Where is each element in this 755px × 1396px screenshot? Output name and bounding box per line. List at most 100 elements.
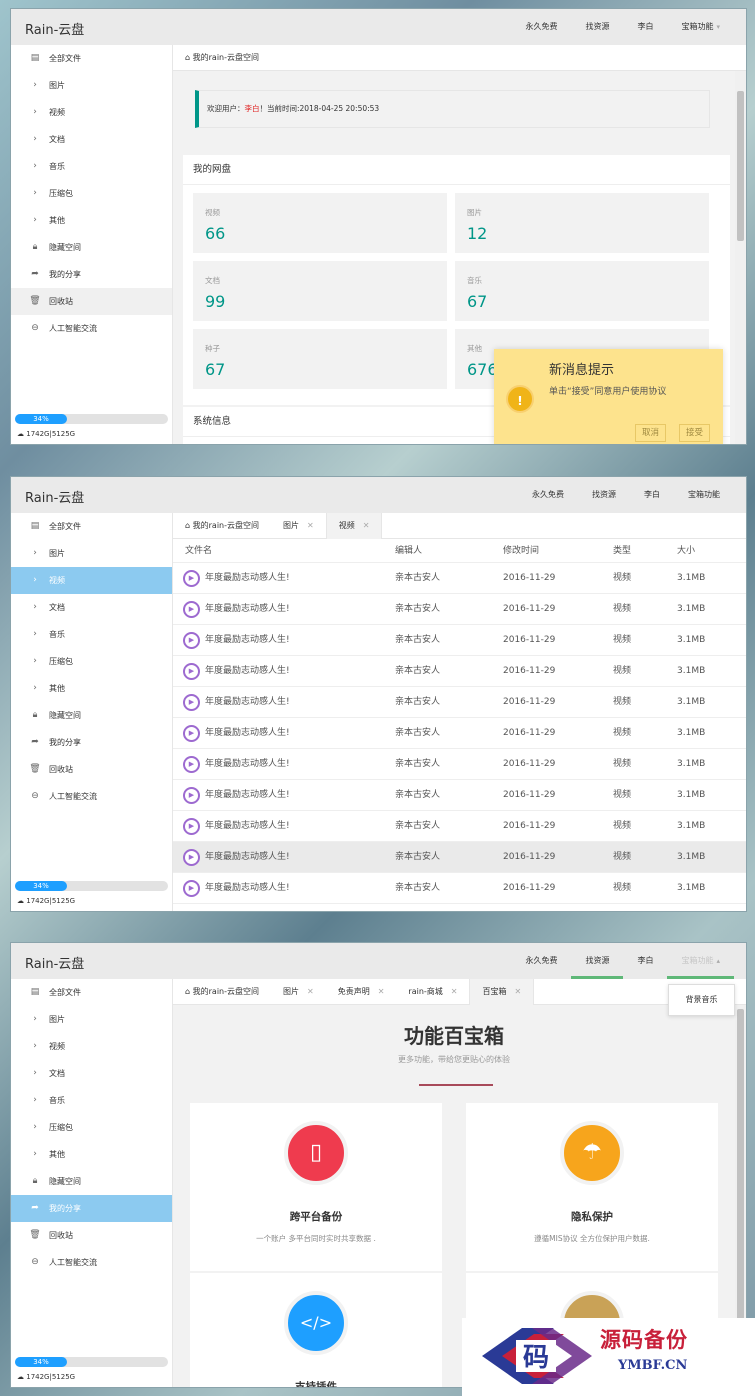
sidebar-item-videos[interactable]: › 视频 [11, 99, 172, 126]
cancel-button[interactable]: 取消 [635, 424, 667, 442]
play-icon[interactable]: ▶ [183, 694, 200, 711]
sidebar-item-documents[interactable]: › 文档 [11, 594, 172, 621]
nav-free[interactable]: 永久免费 [511, 943, 571, 979]
cell-filename[interactable]: 年度最励志动感人生! [205, 873, 290, 904]
sidebar-item-images[interactable]: › 图片 [11, 540, 172, 567]
sidebar-item-hidden-space[interactable]: 🔒︎ 隐藏空间 [11, 702, 172, 729]
sidebar-item-ai-chat[interactable]: ⊖ 人工智能交流 [11, 1249, 172, 1276]
sidebar-item-videos[interactable]: › 视频 [11, 567, 172, 594]
cell-filename[interactable]: 年度最励志动感人生! [205, 594, 290, 625]
play-icon[interactable]: ▶ [183, 849, 200, 866]
cell-filename[interactable]: 年度最励志动感人生! [205, 563, 290, 594]
play-icon[interactable]: ▶ [183, 632, 200, 649]
sidebar-item-archives[interactable]: › 压缩包 [11, 648, 172, 675]
sidebar-item-documents[interactable]: › 文档 [11, 1060, 172, 1087]
nav-free[interactable]: 永久免费 [518, 477, 578, 513]
scrollbar[interactable] [735, 71, 746, 444]
sidebar-item-all-files[interactable]: ▤ 全部文件 [11, 45, 172, 72]
play-icon[interactable]: ▶ [183, 570, 200, 587]
play-icon[interactable]: ▶ [183, 818, 200, 835]
nav-user[interactable]: 李白 [623, 943, 667, 979]
stat-music[interactable]: 音乐 67 [455, 261, 709, 321]
sidebar-item-archives[interactable]: › 压缩包 [11, 1114, 172, 1141]
play-icon[interactable]: ▶ [183, 880, 200, 897]
nav-find-resources[interactable]: 找资源 [578, 477, 630, 513]
sidebar-item-other[interactable]: › 其他 [11, 1141, 172, 1168]
sidebar-item-ai-chat[interactable]: ⊖ 人工智能交流 [11, 315, 172, 342]
sidebar-item-videos[interactable]: › 视频 [11, 1033, 172, 1060]
cell-filename[interactable]: 年度最励志动感人生! [205, 811, 290, 842]
column-filename[interactable]: 文件名 [185, 539, 212, 563]
nav-free[interactable]: 永久免费 [511, 9, 571, 45]
table-row[interactable]: ▶ 年度最励志动感人生! 亲本古安人 2016-11-29 视频 3.1MB [173, 687, 746, 718]
tab-home[interactable]: ⌂ 我的rain-云盘空间 [173, 513, 271, 539]
nav-user[interactable]: 李白 [623, 9, 667, 45]
play-icon[interactable]: ▶ [183, 756, 200, 773]
sidebar-item-music[interactable]: › 音乐 [11, 1087, 172, 1114]
sidebar-item-archives[interactable]: › 压缩包 [11, 180, 172, 207]
nav-find-resources[interactable]: 找资源 [571, 943, 624, 979]
sidebar-item-recycle-bin[interactable]: 🗑︎ 回收站 [11, 1222, 172, 1249]
stat-documents[interactable]: 文档 99 [193, 261, 447, 321]
stat-torrents[interactable]: 种子 67 [193, 329, 447, 389]
tab-home[interactable]: ⌂ 我的rain-云盘空间 [173, 45, 271, 71]
sidebar-item-other[interactable]: › 其他 [11, 207, 172, 234]
close-icon[interactable]: ✕ [514, 987, 521, 996]
close-icon[interactable]: ✕ [378, 987, 385, 996]
close-icon[interactable]: ✕ [451, 987, 458, 996]
cell-filename[interactable]: 年度最励志动感人生! [205, 842, 290, 873]
sidebar-item-music[interactable]: › 音乐 [11, 153, 172, 180]
play-icon[interactable]: ▶ [183, 601, 200, 618]
table-row[interactable]: ▶ 年度最励志动感人生! 亲本古安人 2016-11-29 视频 3.1MB [173, 718, 746, 749]
cell-filename[interactable]: 年度最励志动感人生! [205, 780, 290, 811]
cell-filename[interactable]: 年度最励志动感人生! [205, 687, 290, 718]
nav-toolbox[interactable]: 宝箱功能 [674, 477, 734, 513]
sidebar-item-recycle-bin[interactable]: 🗑︎ 回收站 [11, 756, 172, 783]
close-icon[interactable]: ✕ [307, 521, 314, 530]
stat-images[interactable]: 图片 12 [455, 193, 709, 253]
column-type[interactable]: 类型 [613, 539, 631, 563]
play-icon[interactable]: ▶ [183, 725, 200, 742]
feature-card-privacy[interactable]: ☂ 隐私保护 遵循MIS协议 全方位保护用户数据. [466, 1103, 718, 1271]
scrollbar-thumb[interactable] [737, 91, 744, 241]
sidebar-item-recycle-bin[interactable]: 🗑︎ 回收站 [11, 288, 172, 315]
column-editor[interactable]: 编辑人 [395, 539, 422, 563]
accept-button[interactable]: 接受 [679, 424, 711, 442]
nav-toolbox[interactable]: 宝箱功能 ▴ [667, 943, 734, 979]
brand-logo[interactable]: Rain-云盘 [25, 487, 84, 506]
tab-images[interactable]: 图片 ✕ [271, 513, 326, 539]
sidebar-item-documents[interactable]: › 文档 [11, 126, 172, 153]
sidebar-item-hidden-space[interactable]: 🔒︎ 隐藏空间 [11, 1168, 172, 1195]
brand-logo[interactable]: Rain-云盘 [25, 19, 84, 38]
close-icon[interactable]: ✕ [363, 521, 370, 530]
stat-videos[interactable]: 视频 66 [193, 193, 447, 253]
toolbox-dropdown-item-music[interactable]: 背景音乐 [668, 984, 735, 1016]
cell-filename[interactable]: 年度最励志动感人生! [205, 625, 290, 656]
sidebar-item-hidden-space[interactable]: 🔒︎ 隐藏空间 [11, 234, 172, 261]
table-row[interactable]: ▶ 年度最励志动感人生! 亲本古安人 2016-11-29 视频 3.1MB [173, 873, 746, 904]
play-icon[interactable]: ▶ [183, 787, 200, 804]
tab-rain-mall[interactable]: rain-商城 ✕ [396, 979, 469, 1005]
column-size[interactable]: 大小 [677, 539, 695, 563]
sidebar-item-music[interactable]: › 音乐 [11, 621, 172, 648]
table-row[interactable]: ▶ 年度最励志动感人生! 亲本古安人 2016-11-29 视频 3.1MB [173, 594, 746, 625]
table-row[interactable]: ▶ 年度最励志动感人生! 亲本古安人 2016-11-29 视频 3.1MB [173, 749, 746, 780]
column-modified[interactable]: 修改时间 [503, 539, 539, 563]
tab-disclaimer[interactable]: 免责声明 ✕ [326, 979, 397, 1005]
table-row[interactable]: ▶ 年度最励志动感人生! 亲本古安人 2016-11-29 视频 3.1MB [173, 780, 746, 811]
table-row[interactable]: ▶ 年度最励志动感人生! 亲本古安人 2016-11-29 视频 3.1MB [173, 656, 746, 687]
tab-home[interactable]: ⌂ 我的rain-云盘空间 [173, 979, 271, 1005]
tab-toolbox[interactable]: 百宝箱 ✕ [469, 979, 535, 1005]
sidebar-item-all-files[interactable]: ▤ 全部文件 [11, 513, 172, 540]
sidebar-item-my-shares[interactable]: ➦ 我的分享 [11, 261, 172, 288]
sidebar-item-images[interactable]: › 图片 [11, 72, 172, 99]
nav-user[interactable]: 李白 [630, 477, 674, 513]
play-icon[interactable]: ▶ [183, 663, 200, 680]
table-row[interactable]: ▶ 年度最励志动感人生! 亲本古安人 2016-11-29 视频 3.1MB [173, 811, 746, 842]
tab-images[interactable]: 图片 ✕ [271, 979, 326, 1005]
sidebar-item-other[interactable]: › 其他 [11, 675, 172, 702]
feature-card-backup[interactable]: ▯ 跨平台备份 一个账户 多平台同时实时共享数据 . [190, 1103, 442, 1271]
nav-toolbox[interactable]: 宝箱功能 ▾ [667, 9, 734, 45]
scrollbar-thumb[interactable] [737, 1009, 744, 1359]
table-row[interactable]: ▶ 年度最励志动感人生! 亲本古安人 2016-11-29 视频 3.1MB [173, 563, 746, 594]
